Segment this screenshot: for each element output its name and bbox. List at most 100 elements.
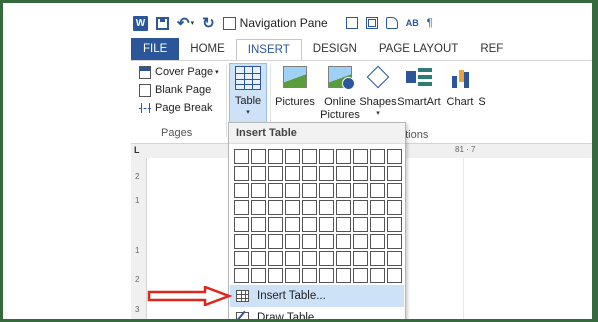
grid-cell[interactable] bbox=[319, 149, 334, 164]
grid-cell[interactable] bbox=[251, 234, 266, 249]
table-button[interactable]: Table ▾ bbox=[229, 63, 267, 123]
grid-cell[interactable] bbox=[353, 251, 368, 266]
grid-cell[interactable] bbox=[353, 234, 368, 249]
grid-cell[interactable] bbox=[234, 217, 249, 232]
tab-page-layout[interactable]: PAGE LAYOUT bbox=[368, 38, 469, 60]
undo-icon[interactable]: ↶ ▾ bbox=[177, 13, 194, 33]
grid-cell[interactable] bbox=[336, 200, 351, 215]
grid-cell[interactable] bbox=[234, 200, 249, 215]
grid-cell[interactable] bbox=[268, 251, 283, 266]
grid-cell[interactable] bbox=[319, 183, 334, 198]
grid-cell[interactable] bbox=[285, 217, 300, 232]
grid-cell[interactable] bbox=[234, 166, 249, 181]
grid-cell[interactable] bbox=[353, 183, 368, 198]
grid-cell[interactable] bbox=[387, 268, 402, 283]
grid-cell[interactable] bbox=[234, 234, 249, 249]
grid-cell[interactable] bbox=[319, 200, 334, 215]
grid-cell[interactable] bbox=[285, 200, 300, 215]
grid-cell[interactable] bbox=[251, 200, 266, 215]
grid-cell[interactable] bbox=[387, 251, 402, 266]
grid-cell[interactable] bbox=[336, 251, 351, 266]
grid-cell[interactable] bbox=[387, 149, 402, 164]
smartart-button[interactable]: SmartArt bbox=[397, 63, 441, 108]
grid-cell[interactable] bbox=[285, 183, 300, 198]
page-break-button[interactable]: Page Break bbox=[131, 99, 227, 117]
grid-cell[interactable] bbox=[387, 166, 402, 181]
navigation-pane-checkbox[interactable] bbox=[222, 16, 236, 30]
grid-cell[interactable] bbox=[336, 149, 351, 164]
blank-page-button[interactable]: Blank Page bbox=[131, 81, 227, 99]
grid-cell[interactable] bbox=[387, 183, 402, 198]
grid-cell[interactable] bbox=[234, 268, 249, 283]
tab-home[interactable]: HOME bbox=[179, 38, 236, 60]
save-icon[interactable] bbox=[156, 13, 169, 33]
grid-cell[interactable] bbox=[251, 183, 266, 198]
tab-stop-selector[interactable]: L bbox=[134, 146, 144, 155]
grid-cell[interactable] bbox=[302, 234, 317, 249]
grid-cell[interactable] bbox=[302, 200, 317, 215]
grid-cell[interactable] bbox=[336, 183, 351, 198]
grid-cell[interactable] bbox=[387, 234, 402, 249]
grid-cell[interactable] bbox=[353, 149, 368, 164]
grid-cell[interactable] bbox=[370, 200, 385, 215]
tab-insert[interactable]: INSERT bbox=[235, 39, 302, 61]
grid-cell[interactable] bbox=[251, 217, 266, 232]
grid-cell[interactable] bbox=[319, 251, 334, 266]
grid-cell[interactable] bbox=[285, 268, 300, 283]
grid-cell[interactable] bbox=[336, 268, 351, 283]
grid-cell[interactable] bbox=[387, 217, 402, 232]
grid-cell[interactable] bbox=[251, 166, 266, 181]
grid-cell[interactable] bbox=[370, 268, 385, 283]
redo-icon[interactable]: ↻ bbox=[202, 13, 215, 33]
draw-textbox-icon[interactable] bbox=[385, 13, 398, 33]
grid-cell[interactable] bbox=[353, 200, 368, 215]
grid-cell[interactable] bbox=[370, 217, 385, 232]
grid-cell[interactable] bbox=[268, 149, 283, 164]
grid-cell[interactable] bbox=[268, 234, 283, 249]
cover-page-button[interactable]: Cover Page ▾ bbox=[131, 63, 227, 81]
grid-cell[interactable] bbox=[370, 166, 385, 181]
grid-cell[interactable] bbox=[353, 166, 368, 181]
grid-cell[interactable] bbox=[302, 166, 317, 181]
grid-cell[interactable] bbox=[251, 149, 266, 164]
paragraph-mark-icon[interactable]: ¶ bbox=[427, 13, 433, 33]
shapes-button[interactable]: Shapes ▾ bbox=[359, 63, 396, 117]
grid-cell[interactable] bbox=[319, 234, 334, 249]
grid-cell[interactable] bbox=[370, 234, 385, 249]
grid-cell[interactable] bbox=[251, 268, 266, 283]
grid-cell[interactable] bbox=[268, 217, 283, 232]
chart-button[interactable]: Chart bbox=[445, 63, 475, 108]
grid-cell[interactable] bbox=[370, 251, 385, 266]
grid-cell[interactable] bbox=[302, 183, 317, 198]
insert-table-menu-item[interactable]: Insert Table... bbox=[230, 285, 404, 307]
grid-cell[interactable] bbox=[336, 234, 351, 249]
multipage-icon[interactable] bbox=[365, 13, 378, 33]
screenshot-button-partial[interactable]: S bbox=[477, 96, 487, 108]
grid-cell[interactable] bbox=[234, 183, 249, 198]
table-size-grid[interactable] bbox=[234, 149, 402, 283]
grid-cell[interactable] bbox=[234, 251, 249, 266]
grid-cell[interactable] bbox=[285, 149, 300, 164]
grid-cell[interactable] bbox=[387, 200, 402, 215]
grid-cell[interactable] bbox=[302, 149, 317, 164]
grid-cell[interactable] bbox=[353, 268, 368, 283]
draw-table-menu-item[interactable]: Draw Table bbox=[230, 307, 404, 319]
tab-file[interactable]: FILE bbox=[131, 38, 180, 60]
tab-design[interactable]: DESIGN bbox=[302, 38, 368, 60]
grid-cell[interactable] bbox=[234, 149, 249, 164]
grid-cell[interactable] bbox=[319, 217, 334, 232]
grid-cell[interactable] bbox=[353, 217, 368, 232]
text-style-icon[interactable]: AB bbox=[406, 13, 419, 33]
grid-cell[interactable] bbox=[285, 166, 300, 181]
grid-cell[interactable] bbox=[268, 166, 283, 181]
grid-cell[interactable] bbox=[302, 268, 317, 283]
grid-cell[interactable] bbox=[319, 268, 334, 283]
grid-cell[interactable] bbox=[268, 200, 283, 215]
grid-cell[interactable] bbox=[285, 234, 300, 249]
tab-references[interactable]: REF bbox=[469, 38, 514, 60]
grid-cell[interactable] bbox=[336, 166, 351, 181]
grid-cell[interactable] bbox=[285, 251, 300, 266]
grid-cell[interactable] bbox=[370, 183, 385, 198]
online-pictures-button[interactable]: Online Pictures bbox=[319, 63, 361, 121]
grid-cell[interactable] bbox=[302, 217, 317, 232]
